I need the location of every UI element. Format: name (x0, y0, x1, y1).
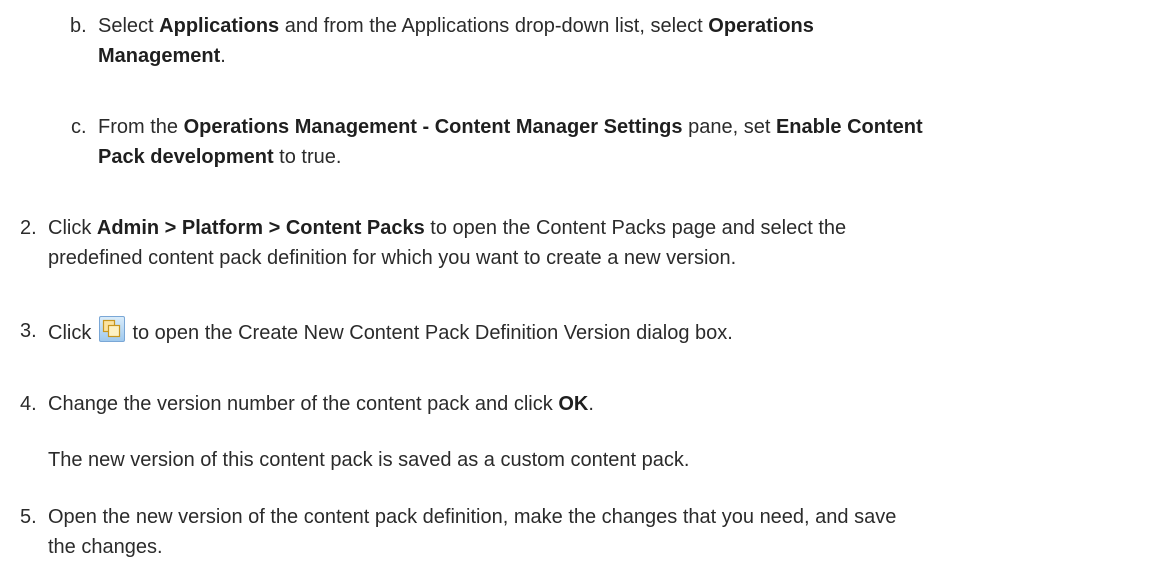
step-4: 4. Change the version number of the cont… (0, 389, 1169, 479)
step-b-bold-applications: Applications (159, 15, 280, 37)
step-4-text-1: Change the version number of the content… (48, 393, 559, 415)
step-c-text-3: to true. (273, 146, 342, 168)
step-3-text-1: Click (48, 322, 97, 344)
step-2-text-2: to open the Content Packs page and selec… (424, 217, 847, 239)
step-c-bold-pack-development: Pack development (98, 146, 274, 168)
step-3-marker: 3. (20, 320, 37, 342)
step-b-marker: b. (70, 15, 87, 37)
step-3: 3. Click to open the Create New Content … (0, 313, 1169, 349)
step-b: b. Select Applications and from the Appl… (0, 11, 1169, 71)
step-2-bold-menu-path: Admin > Platform > Content Packs (96, 217, 425, 239)
step-2-marker: 2. (20, 217, 37, 239)
step-3-text: Click to open the Create New Content Pac… (48, 316, 1158, 348)
step-c: c. From the Operations Management - Cont… (0, 112, 1169, 172)
create-version-icon (98, 316, 125, 342)
step-4-marker: 4. (20, 393, 37, 415)
step-b-text-3: . (220, 45, 226, 67)
step-5-text-1: Open the new version of the content pack… (48, 506, 897, 528)
step-2: 2. Click Admin > Platform > Content Pack… (0, 213, 1169, 273)
step-5-text-2: the changes. (48, 536, 163, 558)
step-2-text-3: predefined content pack definition for w… (48, 247, 737, 269)
step-2-text-1: Click (48, 217, 97, 239)
step-b-bold-operations: Operations (708, 15, 814, 37)
step-c-marker: c. (71, 116, 87, 138)
step-5-marker: 5. (20, 506, 37, 528)
step-b-text-2: and from the Applications drop-down list… (279, 15, 709, 37)
step-2-text: Click Admin > Platform > Content Packs t… (48, 213, 1158, 273)
step-b-bold-management: Management (98, 45, 221, 67)
step-4-note: The new version of this content pack is … (48, 449, 690, 471)
step-4-bold-ok: OK (558, 393, 589, 415)
step-c-text-1: From the (98, 116, 184, 138)
step-5-text: Open the new version of the content pack… (48, 502, 1158, 562)
step-5: 5. Open the new version of the content p… (0, 502, 1169, 566)
step-c-text: From the Operations Management - Content… (98, 112, 1166, 172)
step-b-text: Select Applications and from the Applica… (98, 11, 1158, 71)
step-c-bold-enable-content: Enable Content (775, 116, 923, 138)
step-4-text: Change the version number of the content… (48, 389, 1158, 419)
step-b-text-1: Select (98, 15, 160, 37)
step-c-text-2: pane, set (682, 116, 776, 138)
step-c-bold-settings-pane: Operations Management - Content Manager … (183, 116, 683, 138)
step-4-text-2: . (588, 393, 594, 415)
step-3-text-2: to open the Create New Content Pack Defi… (126, 322, 733, 344)
